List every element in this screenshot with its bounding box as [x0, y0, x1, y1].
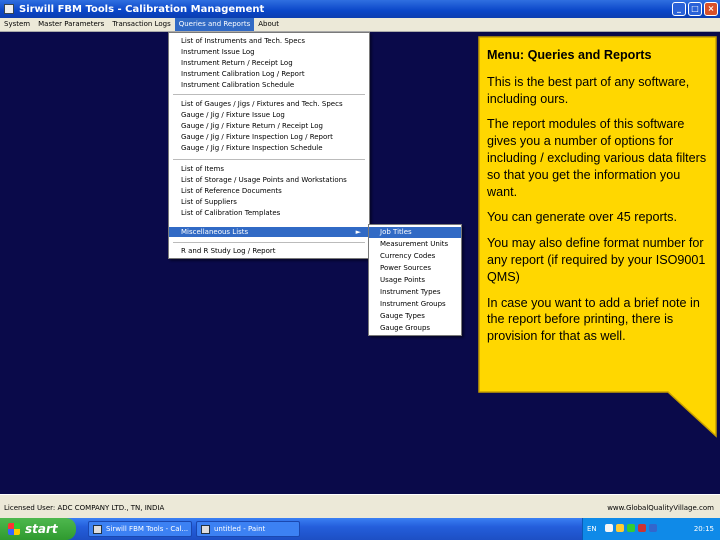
- title-bar: Sirwill FBM Tools - Calibration Manageme…: [0, 0, 720, 18]
- callout-paragraph: You can generate over 45 reports.: [487, 210, 677, 225]
- callout-title: Menu: Queries and Reports: [487, 48, 652, 62]
- clock: 20:15: [693, 525, 714, 533]
- menu-item-instrument-return-log[interactable]: Instrument Return / Receipt Log: [169, 58, 369, 68]
- start-label: start: [25, 522, 58, 536]
- callout-paragraph: In case you want to add a brief note in …: [487, 295, 700, 344]
- language-indicator[interactable]: EN: [587, 525, 597, 533]
- submenu-item-usage-points[interactable]: Usage Points: [369, 275, 461, 286]
- submenu-item-instrument-groups[interactable]: Instrument Groups: [369, 299, 461, 310]
- menu-master-parameters[interactable]: Master Parameters: [34, 18, 108, 31]
- menu-bar: System Master Parameters Transaction Log…: [0, 18, 720, 32]
- menu-item-list-of-reference-documents[interactable]: List of Reference Documents: [169, 186, 369, 196]
- submenu-item-currency-codes[interactable]: Currency Codes: [369, 251, 461, 262]
- menu-separator: [173, 159, 365, 160]
- taskbar-button-paint[interactable]: untitled - Paint: [196, 521, 300, 537]
- menu-item-list-of-items[interactable]: List of Items: [169, 164, 369, 174]
- menu-item-label: Miscellaneous Lists: [181, 228, 249, 236]
- menu-item-list-of-gauges[interactable]: List of Gauges / Jigs / Fixtures and Tec…: [169, 99, 369, 109]
- menu-item-gauge-return-log[interactable]: Gauge / Jig / Fixture Return / Receipt L…: [169, 121, 369, 131]
- menu-item-r-and-r-study-log[interactable]: R and R Study Log / Report: [169, 246, 369, 256]
- antivirus-icon[interactable]: [638, 524, 646, 532]
- menu-item-gauge-inspection-log[interactable]: Gauge / Jig / Fixture Inspection Log / R…: [169, 132, 369, 142]
- maximize-button[interactable]: □: [688, 2, 702, 16]
- website-link[interactable]: www.GlobalQualityVillage.com: [607, 504, 714, 512]
- network-icon[interactable]: [605, 524, 613, 532]
- taskbar-button-label: Sirwill FBM Tools - Cal...: [106, 525, 189, 533]
- submenu-item-gauge-groups[interactable]: Gauge Groups: [369, 323, 461, 334]
- submenu-item-job-titles[interactable]: Job Titles: [369, 227, 461, 238]
- windows-logo-icon: [8, 523, 20, 535]
- status-bar: Licensed User: ADC COMPANY LTD., TN, IND…: [0, 494, 720, 518]
- menu-item-instrument-issue-log[interactable]: Instrument Issue Log: [169, 47, 369, 57]
- submenu-item-measurement-units[interactable]: Measurement Units: [369, 239, 461, 250]
- system-tray: EN 20:15: [582, 518, 720, 540]
- menu-transaction-logs[interactable]: Transaction Logs: [108, 18, 174, 31]
- bluetooth-icon[interactable]: [649, 524, 657, 532]
- window-title: Sirwill FBM Tools - Calibration Manageme…: [19, 3, 265, 15]
- menu-item-list-of-instruments[interactable]: List of Instruments and Tech. Specs: [169, 36, 369, 46]
- minimize-button[interactable]: _: [672, 2, 686, 16]
- licensed-user-text: Licensed User: ADC COMPANY LTD., TN, IND…: [4, 504, 165, 512]
- start-button[interactable]: start: [0, 518, 76, 540]
- menu-item-instrument-calibration-schedule[interactable]: Instrument Calibration Schedule: [169, 80, 369, 90]
- app-icon: [4, 4, 14, 14]
- paint-icon: [201, 524, 210, 534]
- menu-item-miscellaneous-lists[interactable]: Miscellaneous Lists ►: [169, 227, 369, 237]
- volume-icon[interactable]: [616, 524, 624, 532]
- submenu-item-instrument-types[interactable]: Instrument Types: [369, 287, 461, 298]
- menu-item-gauge-issue-log[interactable]: Gauge / Jig / Fixture Issue Log: [169, 110, 369, 120]
- menu-separator: [173, 94, 365, 95]
- menu-item-instrument-calibration-log[interactable]: Instrument Calibration Log / Report: [169, 69, 369, 79]
- taskbar: start Sirwill FBM Tools - Cal... untitle…: [0, 518, 720, 540]
- menu-queries-and-reports[interactable]: Queries and Reports: [174, 18, 255, 31]
- menu-system[interactable]: System: [0, 18, 34, 31]
- callout-paragraph: You may also define format number for an…: [487, 236, 706, 284]
- callout-paragraph: The report modules of this software give…: [487, 117, 707, 199]
- submenu-arrow-icon: ►: [355, 228, 361, 236]
- callout-text: Menu: Queries and Reports This is the be…: [487, 47, 709, 354]
- security-icon[interactable]: [627, 524, 635, 532]
- menu-item-gauge-inspection-schedule[interactable]: Gauge / Jig / Fixture Inspection Schedul…: [169, 143, 369, 153]
- app-icon: [93, 524, 102, 534]
- submenu-item-gauge-types[interactable]: Gauge Types: [369, 311, 461, 322]
- menu-item-list-of-calibration-templates[interactable]: List of Calibration Templates: [169, 208, 369, 218]
- queries-reports-dropdown: List of Instruments and Tech. Specs Inst…: [168, 32, 370, 259]
- taskbar-button-sirwill[interactable]: Sirwill FBM Tools - Cal...: [88, 521, 192, 537]
- menu-item-list-of-suppliers[interactable]: List of Suppliers: [169, 197, 369, 207]
- miscellaneous-lists-submenu: Job Titles Measurement Units Currency Co…: [368, 224, 462, 336]
- menu-separator: [173, 242, 365, 243]
- close-button[interactable]: ×: [704, 2, 718, 16]
- menu-item-list-of-storage-points[interactable]: List of Storage / Usage Points and Works…: [169, 175, 369, 185]
- callout-paragraph: This is the best part of any software, i…: [487, 74, 690, 106]
- taskbar-button-label: untitled - Paint: [214, 525, 266, 533]
- menu-about[interactable]: About: [254, 18, 283, 31]
- submenu-item-power-sources[interactable]: Power Sources: [369, 263, 461, 274]
